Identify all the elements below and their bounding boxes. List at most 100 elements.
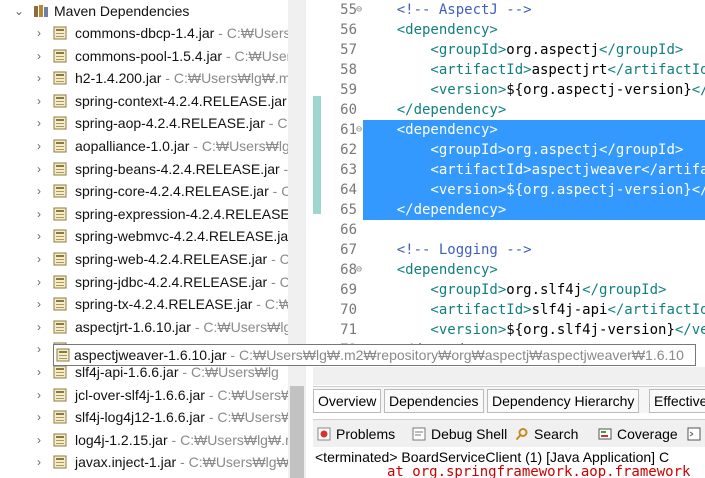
jar-path: C:₩Users₩lg₩.m2	[201, 138, 288, 154]
code-line[interactable]: <artifactId>aspectjrt</artifactId>	[363, 60, 705, 80]
jar-icon	[53, 207, 67, 221]
code-line[interactable]: <artifactId>slf4j-api</artifactId>	[363, 300, 705, 320]
code-line[interactable]: <dependency>	[363, 20, 705, 40]
selected-code-line[interactable]: <groupId>org.aspectj</groupId>	[363, 140, 705, 160]
tab-search[interactable]: Search	[515, 424, 578, 444]
jar-name: spring-web-4.2.4.RELEASE.jar	[75, 251, 268, 267]
jar-path: C:₩Users₩lg₩.m2₩repository	[226, 25, 288, 41]
line-number: 56	[340, 22, 357, 38]
chevron-right-icon[interactable]: ›	[37, 316, 47, 338]
jar-path: C:₩Users₩lg	[203, 318, 288, 335]
chevron-right-icon[interactable]: ›	[37, 22, 47, 44]
code-token: <dependency>	[363, 262, 498, 278]
jar-name: spring-beans-4.2.4.RELEASE.jar	[75, 160, 280, 177]
chevron-right-icon[interactable]: ›	[37, 361, 47, 383]
selected-code-line[interactable]: <version>${org.aspectj-version}</version…	[363, 180, 705, 200]
chevron-right-icon[interactable]: ›	[37, 67, 47, 89]
jar-name: commons-pool-1.5.4.jar	[75, 47, 223, 64]
code-line[interactable]: <!-- AspectJ -->	[363, 0, 705, 20]
jar-icon	[53, 49, 67, 63]
tab-debug-shell[interactable]: Debug Shell	[412, 424, 507, 444]
jar-icon	[53, 433, 67, 447]
jar-path: C:₩Users	[264, 296, 288, 313]
chevron-right-icon[interactable]: ›	[37, 384, 47, 406]
pom-xml-editor[interactable]: 55 ⊖ <!-- AspectJ --> 56 <dependency> 57 <g…	[313, 0, 705, 345]
line-number: 55	[340, 2, 357, 18]
jar-name: slf4j-api-1.6.6.jar	[75, 364, 179, 380]
code-token: <version>	[363, 322, 507, 338]
line-number: 60	[340, 102, 357, 118]
project-explorer-tree: ⌄ Maven Dependencies › commons-dbcp-1.4.j…	[0, 0, 288, 478]
stack-trace-line[interactable]: at org.springframework.aop.framework	[387, 464, 690, 478]
chevron-right-icon[interactable]: ›	[37, 158, 47, 180]
editor-horizontal-scrollbar[interactable]	[313, 367, 705, 385]
jar-name: spring-aop-4.2.4.RELEASE.jar	[75, 115, 265, 132]
code-token: <artifactId>	[363, 62, 532, 78]
code-token: <artifactId>	[363, 302, 532, 318]
code-line[interactable]: <!-- Logging -->	[363, 240, 705, 260]
selected-code-line[interactable]: <dependency>	[363, 120, 705, 140]
code-token: <dependency>	[363, 22, 498, 38]
jar-path: C:₩Users₩lg₩.m2₩repository	[173, 70, 288, 87]
chevron-right-icon[interactable]: ›	[37, 451, 47, 473]
jar-path: C:₩Users₩lg	[217, 409, 288, 426]
hover-tooltip-aspectjweaver: aspectjweaver-1.6.10.jar - C:₩Users₩lg₩.…	[53, 344, 696, 366]
jar-path: C:₩Users	[281, 183, 288, 200]
code-token: <groupId>	[363, 42, 507, 58]
coverage-icon	[598, 428, 612, 440]
chevron-right-icon[interactable]: ›	[37, 90, 47, 112]
chevron-right-icon[interactable]: ›	[37, 112, 47, 134]
line-number: 67	[340, 242, 357, 258]
chevron-right-icon[interactable]: ›	[37, 180, 47, 202]
code-line[interactable]: <version>${org.slf4j-version}</version>	[363, 320, 705, 340]
jar-path: C:₩Users	[277, 115, 288, 132]
chevron-right-icon[interactable]: ›	[37, 225, 47, 247]
jar-name: spring-tx-4.2.4.RELEASE.jar	[75, 296, 253, 313]
pom-editor-tabs: Overview Dependencies Dependency Hierarc…	[313, 386, 705, 413]
tab-dependency-hierarchy[interactable]: Dependency Hierarchy	[487, 389, 640, 413]
tab-overview[interactable]: Overview	[313, 389, 382, 413]
code-token: </artifactId>	[607, 62, 705, 78]
jar-path: C:₩Users	[279, 251, 288, 267]
code-token: ${org.aspectj-version}	[506, 182, 692, 198]
chevron-right-icon[interactable]: ›	[37, 45, 47, 67]
code-line[interactable]	[363, 220, 705, 240]
chevron-right-icon[interactable]: ›	[37, 429, 47, 451]
jar-icon	[53, 94, 67, 108]
chevron-right-icon[interactable]: ›	[37, 293, 47, 315]
jar-name: h2-1.4.200.jar	[75, 70, 162, 87]
code-line[interactable]: <groupId>org.slf4j</groupId>	[363, 280, 705, 300]
console-icon[interactable]	[687, 424, 705, 444]
code-line[interactable]: <version>${org.aspectj-version}</version…	[363, 80, 705, 100]
selected-code-line[interactable]: </dependency>	[363, 200, 705, 220]
tree-scrollbar-thumb[interactable]	[290, 386, 304, 478]
chevron-right-icon[interactable]: ›	[37, 406, 47, 428]
jar-icon	[53, 275, 67, 289]
jar-icon	[53, 116, 67, 130]
code-line[interactable]: </dependency>	[363, 100, 705, 120]
chevron-right-icon[interactable]: ›	[37, 248, 47, 270]
code-line[interactable]: <dependency>	[363, 260, 705, 280]
tab-problems[interactable]: Problems	[317, 424, 395, 444]
chevron-right-icon[interactable]: ›	[37, 135, 47, 157]
code-token: </groupId>	[599, 42, 684, 58]
code-token: <version>	[363, 82, 507, 98]
selected-code-line[interactable]: <artifactId>aspectjweaver</artifactId>	[363, 160, 705, 180]
chevron-right-icon[interactable]: ›	[37, 203, 47, 225]
jar-icon	[53, 320, 67, 334]
jar-icon	[53, 162, 67, 176]
console-view[interactable]: <terminated> BoardServiceClient (1) [Jav…	[313, 447, 705, 478]
code-token: </groupId>	[582, 282, 667, 298]
tab-dependencies[interactable]: Dependencies	[384, 389, 484, 413]
tab-effective[interactable]: Effective	[649, 389, 705, 413]
code-line[interactable]: <groupId>org.aspectj</groupId>	[363, 40, 705, 60]
chevron-down-icon[interactable]: ⌄	[14, 0, 24, 22]
chevron-right-icon[interactable]: ›	[37, 338, 47, 360]
code-token: <groupId>	[363, 282, 507, 298]
tab-coverage[interactable]: Coverage	[598, 424, 678, 444]
line-number: 64	[340, 182, 357, 198]
jar-icon	[53, 455, 67, 469]
jar-name: javax.inject-1.jar	[75, 454, 177, 471]
chevron-right-icon[interactable]: ›	[37, 271, 47, 293]
jar-name: spring-expression-4.2.4.RELEASE.jar	[75, 205, 288, 222]
